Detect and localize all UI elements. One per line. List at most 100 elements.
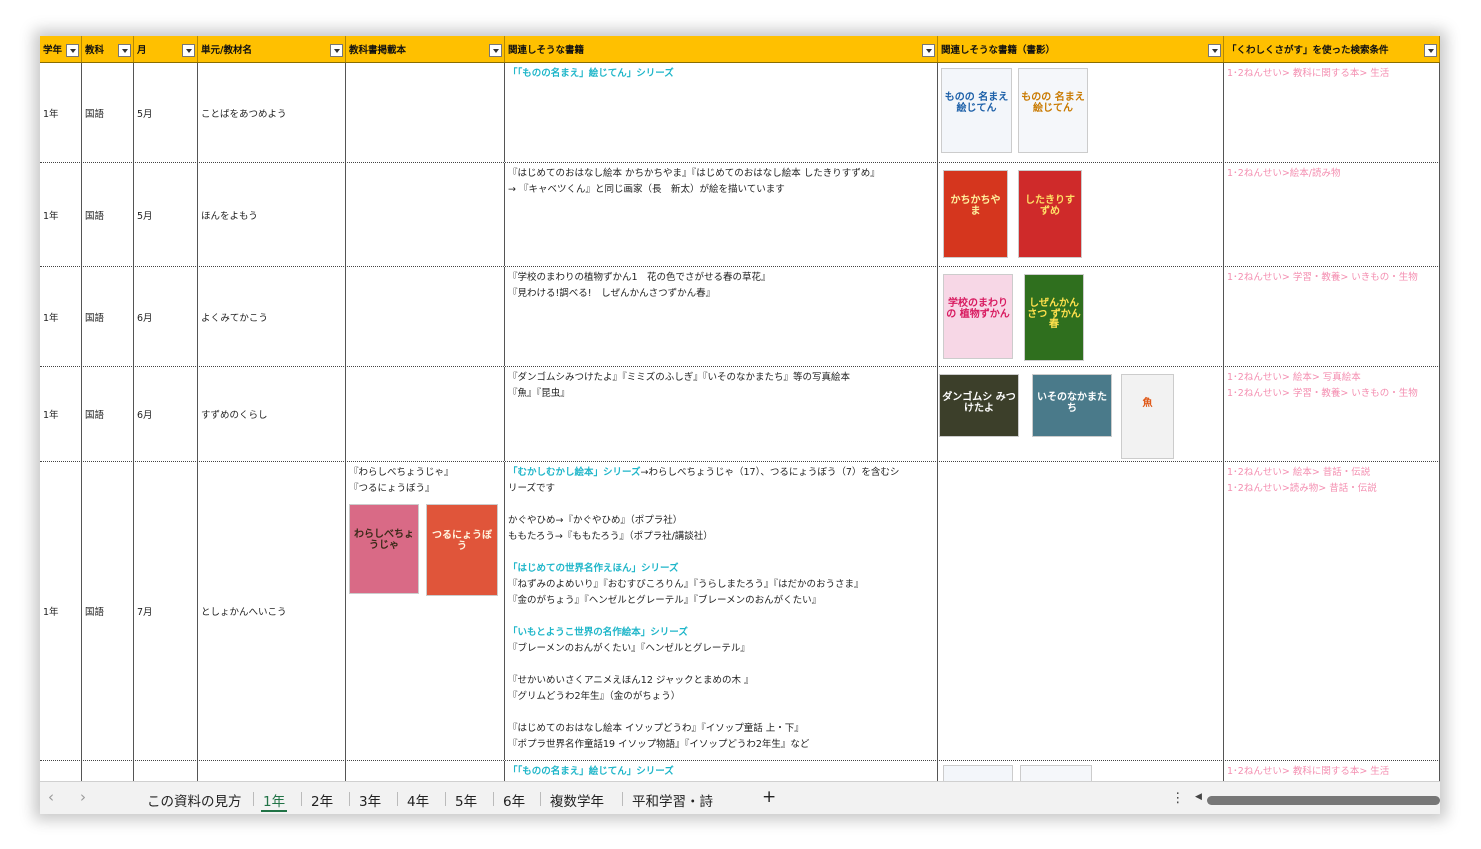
add-sheet-button[interactable]: + [762, 787, 776, 807]
cell-books[interactable]: 『はじめてのおはなし絵本 かちかちやま』『はじめてのおはなし絵本 したきりすずめ… [505, 163, 938, 266]
sheet-tab[interactable]: 6年 [503, 790, 525, 810]
filter-dropdown-icon[interactable] [118, 44, 131, 57]
related-book-list: 『ダンゴムシみつけたよ』『ミミズのふしぎ』『いそのなかまたち』等の写真絵本 『魚』… [505, 367, 937, 402]
cell-textbook[interactable] [346, 163, 505, 266]
cell-subject[interactable]: 国語 [82, 63, 134, 162]
horizontal-scrollbar[interactable] [1207, 796, 1440, 805]
cell-unit[interactable]: ほんをよもう [198, 163, 346, 266]
header-cell[interactable]: 月 [134, 36, 198, 62]
book-cover-image: わらしべちょうじゃ [349, 504, 419, 594]
cell-grade[interactable]: 1年 [40, 163, 82, 266]
cell-books[interactable]: 『学校のまわりの植物ずかん1 花の色でさがせる春の草花』 『見わける!調べる! し… [505, 267, 938, 366]
sheet-tab[interactable]: 1年 [263, 790, 285, 810]
unit-value: ことばをあつめよう [201, 108, 287, 120]
cell-unit[interactable]: ことばをあつめよう [198, 63, 346, 162]
header-cell[interactable]: 教科 [82, 36, 134, 62]
search-condition-link[interactable]: 1･2ねんせい>読み物> 昔話・伝説 [1224, 481, 1439, 497]
tab-separator [493, 792, 494, 806]
search-condition-link[interactable]: 1･2ねんせい> 学習・教養> いきもの・生物 [1224, 267, 1439, 286]
related-book-list: 「「ものの名まえ」絵じてん」シリーズ [505, 63, 937, 82]
cell-unit[interactable]: よくみてかこう [198, 267, 346, 366]
related-book-line: 『ポプラ世界名作童話19 イソップ物語』『イソップどうわ2年生』など [508, 737, 934, 753]
subject-value: 国語 [85, 607, 105, 618]
related-book-line: かぐやひめ→『かぐやひめ』（ポプラ社） [508, 513, 934, 529]
cell-search[interactable]: 1･2ねんせい> 絵本> 昔話・伝説 1･2ねんせい>読み物> 昔話・伝説 [1224, 462, 1440, 760]
related-book-line: 「むかしむかし絵本」シリーズ→わらしべちょうじゃ（17）、つるにょうぼう（7）を… [508, 465, 934, 481]
cell-grade[interactable]: 1年 [40, 63, 82, 162]
search-condition-link[interactable]: 1･2ねんせい> 教科に関する本> 生活 [1224, 761, 1439, 780]
header-cell[interactable]: 教科書掲載本 [346, 36, 505, 62]
sheet-tab[interactable]: 3年 [359, 790, 381, 810]
cell-covers[interactable]: 学校のまわりの 植物ずかん しぜんかんさつ ずかん 春 [938, 267, 1224, 366]
next-sheet-icon[interactable]: › [80, 788, 86, 806]
more-options-icon[interactable]: ⋮ [1171, 790, 1185, 806]
search-condition-link[interactable]: 1･2ねんせい> 絵本> 写真絵本 [1224, 367, 1439, 386]
sheet-tab[interactable]: 5年 [455, 790, 477, 810]
tab-separator [445, 792, 446, 806]
filter-dropdown-icon[interactable] [66, 44, 79, 57]
filter-dropdown-icon[interactable] [330, 44, 343, 57]
filter-dropdown-icon[interactable] [1208, 44, 1221, 57]
cell-grade[interactable]: 1年 [40, 462, 82, 760]
cell-grade[interactable]: 1年 [40, 367, 82, 461]
cell-unit[interactable]: としょかんへいこう [198, 462, 346, 760]
cell-books[interactable]: 『ダンゴムシみつけたよ』『ミミズのふしぎ』『いそのなかまたち』等の写真絵本 『魚』… [505, 367, 938, 461]
search-condition-link[interactable]: 1･2ねんせい> 絵本> 昔話・伝説 [1224, 462, 1439, 481]
search-condition-link[interactable]: 1･2ねんせい>絵本/読み物 [1224, 163, 1439, 182]
book-text: かぐやひめ→『かぐやひめ』（ポプラ社） [508, 515, 683, 526]
cell-month[interactable]: 7月 [134, 462, 198, 760]
month-value: 6月 [137, 410, 153, 421]
search-condition-link[interactable]: 1･2ねんせい> 学習・教養> いきもの・生物 [1224, 386, 1439, 402]
cell-subject[interactable]: 国語 [82, 367, 134, 461]
cell-covers[interactable]: かちかちやま したきりすずめ [938, 163, 1224, 266]
cell-subject[interactable]: 国語 [82, 267, 134, 366]
filter-dropdown-icon[interactable] [489, 44, 502, 57]
book-cover-image: ものの 名まえ 絵じてん [1018, 68, 1088, 153]
cell-grade[interactable]: 1年 [40, 267, 82, 366]
filter-dropdown-icon[interactable] [182, 44, 195, 57]
cell-unit[interactable]: すずめのくらし [198, 367, 346, 461]
cell-subject[interactable]: 国語 [82, 163, 134, 266]
filter-dropdown-icon[interactable] [1424, 44, 1437, 57]
prev-sheet-icon[interactable]: ‹ [48, 788, 54, 806]
scroll-left-icon[interactable]: ◀ [1195, 792, 1202, 802]
header-cell[interactable]: 「くわしくさがす」を使った検索条件 [1224, 36, 1440, 62]
sheet-tab[interactable]: 複数学年 [550, 790, 604, 810]
cell-month[interactable]: 5月 [134, 163, 198, 266]
search-condition-link[interactable]: 1･2ねんせい> 教科に関する本> 生活 [1224, 63, 1439, 82]
cell-month[interactable]: 6月 [134, 367, 198, 461]
filter-dropdown-icon[interactable] [922, 44, 935, 57]
header-cell[interactable]: 単元/教材名 [198, 36, 346, 62]
book-text: 『ねずみのよめいり』『おむすびころりん』『うらしまたろう』『はだかのおうさま』 [508, 579, 864, 590]
cell-textbook[interactable]: 『わらしべちょうじゃ』 『つるにょうぼう』 わらしべちょうじゃ つるにょうぼう [346, 462, 505, 760]
related-book-line: 『金のがちょう』『ヘンゼルとグレーテル』『ブレーメンのおんがくたい』 [508, 593, 934, 609]
header-cell[interactable]: 学年 [40, 36, 82, 62]
cell-search[interactable]: 1･2ねんせい> 教科に関する本> 生活 [1224, 63, 1440, 162]
sheet-tab[interactable]: 4年 [407, 790, 429, 810]
cell-books[interactable]: 「むかしむかし絵本」シリーズ→わらしべちょうじゃ（17）、つるにょうぼう（7）を… [505, 462, 938, 760]
cell-search[interactable]: 1･2ねんせい>絵本/読み物 [1224, 163, 1440, 266]
table-row: 1年 国語 6月 すずめのくらし 『ダンゴムシみつけたよ』『ミミズのふしぎ』『いそのなか… [40, 367, 1440, 462]
cell-textbook[interactable] [346, 267, 505, 366]
cell-covers[interactable]: ものの 名まえ 絵じてん ものの 名まえ 絵じてん [938, 63, 1224, 162]
related-book-list: 「「ものの名まえ」絵じてん」シリーズ [505, 761, 937, 780]
cell-books[interactable]: 「「ものの名まえ」絵じてん」シリーズ [505, 63, 938, 162]
cell-subject[interactable]: 国語 [82, 462, 134, 760]
cell-textbook[interactable] [346, 367, 505, 461]
cell-month[interactable]: 6月 [134, 267, 198, 366]
sheet-tab[interactable]: この資料の見方 [147, 790, 242, 810]
sheet-tab[interactable]: 平和学習・詩 [632, 790, 713, 810]
header-cell[interactable]: 関連しそうな書籍 [505, 36, 938, 62]
grade-value: 1年 [43, 607, 59, 618]
book-text: 『グリムどうわ2年生』（金のがちょう） [508, 691, 681, 702]
cell-textbook[interactable] [346, 63, 505, 162]
header-cell[interactable]: 関連しそうな書籍（書影） [938, 36, 1224, 62]
cell-covers[interactable] [938, 462, 1224, 760]
cell-search[interactable]: 1･2ねんせい> 学習・教養> いきもの・生物 [1224, 267, 1440, 366]
sheet-tab[interactable]: 2年 [311, 790, 333, 810]
cell-search[interactable]: 1･2ねんせい> 絵本> 写真絵本 1･2ねんせい> 学習・教養> いきもの・生物 [1224, 367, 1440, 461]
cell-covers[interactable]: ダンゴムシ みつけたよ いそのなかまたち 魚 [938, 367, 1224, 461]
header-label: 関連しそうな書籍 [508, 45, 585, 56]
cell-month[interactable]: 5月 [134, 63, 198, 162]
